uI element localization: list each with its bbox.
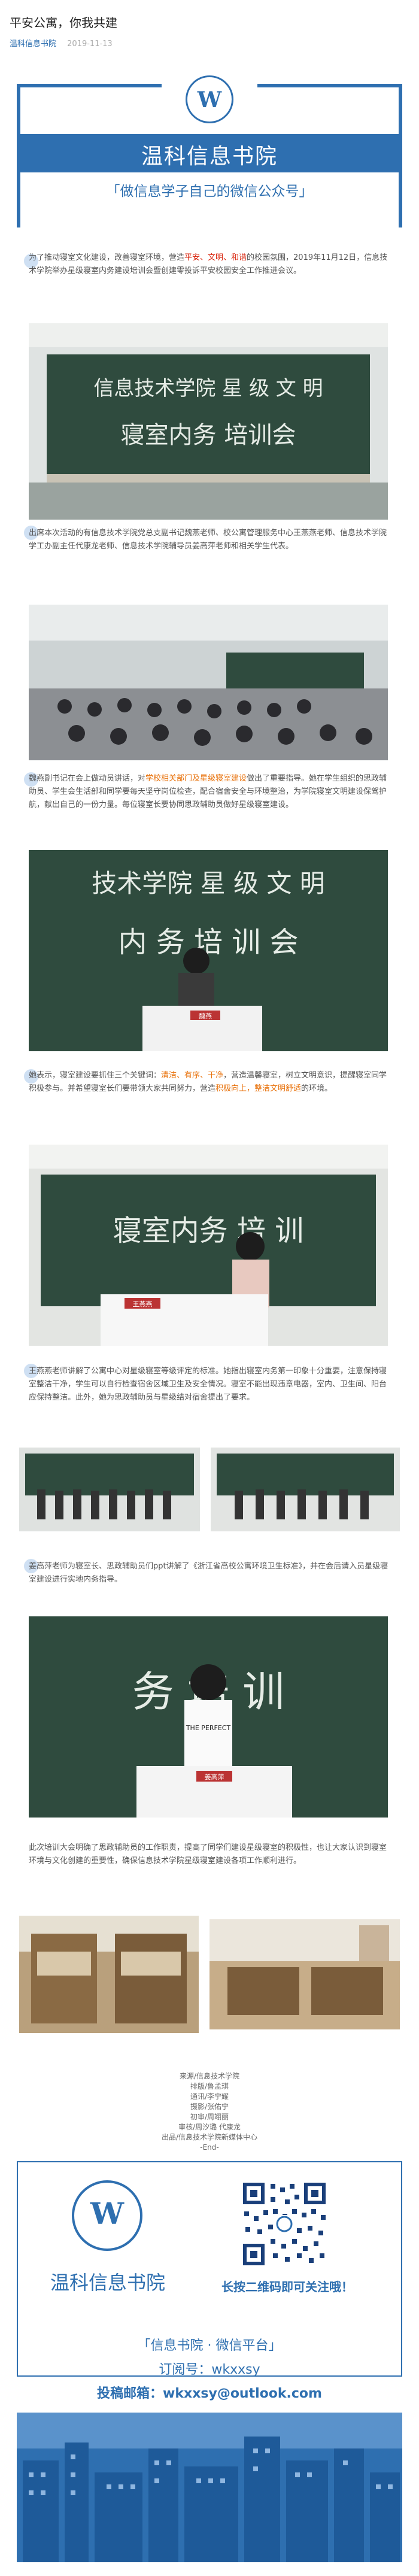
summary-paragraph: 此次培训大会明确了思政辅助员的工作职责，提高了同学们建设星级寝室的积极性，也让大…: [29, 1843, 387, 1865]
keywords-paragraph: 她表示，寝室建设要抓住三个关键词：清洁、有序、干净，营造温馨寝室，树立文明意识，…: [29, 1069, 390, 1096]
speech-paragraph: 魏燕副书记在会上做动员讲话，对学校相关部门及星级寝室建设做出了重要指导。她在学生…: [29, 772, 390, 812]
credit-line: 来源/信息技术学院: [179, 2072, 240, 2080]
highlight-text: 积极向上，整洁文明舒适: [215, 1084, 302, 1093]
article-meta: 温科信息书院 2019-11-13: [10, 37, 113, 48]
photo-dorm-desks: [210, 1919, 400, 2029]
attendees-paragraph: 出席本次活动的有信息技术学院党总支副书记魏燕老师、校公寓管理服务中心王燕燕老师、…: [29, 529, 387, 551]
article-page: 平安公寓，你我共建 温科信息书院 2019-11-13 W 温科信息书院 「做信…: [0, 0, 419, 2576]
photo-speaker-wang: 寝室内务 培 训 王燕燕: [29, 1145, 388, 1346]
footer-brand-name: 温科信息书院: [50, 2271, 165, 2294]
standards-paragraph: 王燕燕老师讲解了公寓中心对星级寝室等级评定的标准。她指出寝室内务第一印象十分重要…: [29, 1367, 387, 1402]
end-marker: -End-: [200, 2143, 219, 2152]
credit-line: 摄影/张佑宁: [190, 2102, 229, 2111]
credits-block: 来源/信息技术学院 排版/鲁孟琪 通讯/李宁耀 摄影/张佑宁 初审/周翊丽 审核…: [0, 2071, 419, 2153]
highlight-text: 清洁、有序、干净: [161, 1071, 224, 1080]
text: 魏燕副书记在会上做动员讲话，对: [29, 774, 146, 783]
text: 她表示，寝室建设要抓住三个关键词：: [29, 1071, 162, 1080]
intro-paragraph: 为了推动寝室文化建设，改善寝室环境，营造平安、文明、和谐的校园氛围，2019年1…: [29, 251, 390, 278]
shirt-text: THE PERFECT: [186, 1724, 231, 1732]
platform-label: 「信息书院 · 微信平台」: [137, 2338, 282, 2353]
logo-letter: W: [197, 87, 222, 113]
subscription-id: 订阅号：wkxxsy: [159, 2362, 260, 2377]
text: 的环境。: [301, 1084, 333, 1093]
photo-speaker-jiang: 务 培 训 THE PERFECT 姜高萍: [29, 1616, 388, 1818]
photo-group-left: [19, 1448, 200, 1531]
campus-skyline-graphic: [17, 2413, 402, 2562]
board-text-line1: 技术学院 星 级 文 明: [92, 869, 324, 898]
text: 为了推动寝室文化建设，改善寝室环境，营造: [29, 253, 185, 262]
footer-logo-letter: W: [90, 2196, 125, 2231]
article-title: 平安公寓，你我共建: [10, 16, 117, 30]
photo-audience: [29, 605, 388, 760]
publish-date: 2019-11-13: [67, 40, 113, 48]
credit-line: 排版/鲁孟琪: [190, 2082, 229, 2090]
credit-line: 初审/周翊丽: [190, 2113, 229, 2121]
board-text-line2: 寝室内务 培训会: [121, 421, 296, 449]
account-name-link[interactable]: 温科信息书院: [10, 40, 56, 48]
photo-dorm-bunks: [19, 1916, 199, 2033]
name-sign: 王燕燕: [133, 1300, 153, 1308]
name-sign: 姜高萍: [205, 1773, 224, 1781]
board-text-line2: 内 务 培 训 会: [118, 926, 298, 959]
credit-line: 审核/周汐璐 代康龙: [178, 2123, 241, 2131]
highlight-text: 学校相关部门及星级寝室建设: [145, 774, 247, 783]
board-text: 寝室内务 培 训: [113, 1214, 304, 1248]
brand-name: 温科信息书院: [141, 144, 278, 169]
photo-training-room-front: 信息技术学院 星 级 文 明 寝室内务 培训会: [29, 323, 388, 520]
qr-caption: 长按二维码即可关注哦！: [221, 2280, 353, 2294]
ppt-paragraph: 姜高萍老师为寝室长、思政辅助员们ppt讲解了《浙江省高校公寓环境卫生标准》，并在…: [29, 1562, 388, 1584]
credit-line: 出品/信息技术学院新媒体中心: [161, 2133, 258, 2141]
name-sign: 魏燕: [199, 1012, 212, 1020]
qr-code-icon[interactable]: [239, 2179, 329, 2269]
photo-speaker-wei: 技术学院 星 级 文 明 内 务 培 训 会 魏燕: [29, 850, 388, 1051]
brand-slogan: 「做信息学子自己的微信公众号」: [106, 184, 313, 199]
submission-email[interactable]: 投稿邮箱：wkxxsy@outlook.com: [0, 2383, 419, 2402]
photo-group-right: [211, 1448, 400, 1531]
credit-line: 通讯/李宁耀: [190, 2092, 229, 2101]
highlight-text: 平安、文明、和谐: [184, 253, 247, 262]
board-text-line1: 信息技术学院 星 级 文 明: [93, 377, 323, 400]
